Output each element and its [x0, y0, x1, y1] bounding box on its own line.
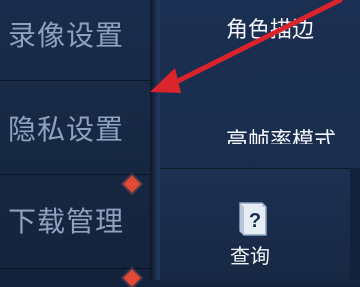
sidebar-item-recording-settings[interactable]: 录像设置 [0, 0, 150, 81]
settings-sidebar: 录像设置 隐私设置 下载管理 [0, 0, 150, 280]
help-book-icon[interactable]: ? [236, 200, 270, 238]
sidebar-item-privacy-settings[interactable]: 隐私设置 [0, 80, 150, 175]
sidebar-item-label: 录像设置 [8, 19, 125, 52]
sidebar-item-label: 下载管理 [8, 205, 125, 238]
scroll-edge [350, 168, 360, 280]
settings-content-panel: 角色描边 高帧率模式 ? 查询 [160, 0, 360, 281]
setting-title-high-frame-rate: 高帧率模式 [226, 129, 337, 144]
setting-title-character-outline: 角色描边 [226, 18, 315, 43]
query-label[interactable]: 查询 [230, 240, 270, 269]
panel-divider [150, 0, 160, 280]
svg-text:?: ? [249, 210, 261, 232]
sidebar-item-label: 隐私设置 [8, 113, 125, 146]
